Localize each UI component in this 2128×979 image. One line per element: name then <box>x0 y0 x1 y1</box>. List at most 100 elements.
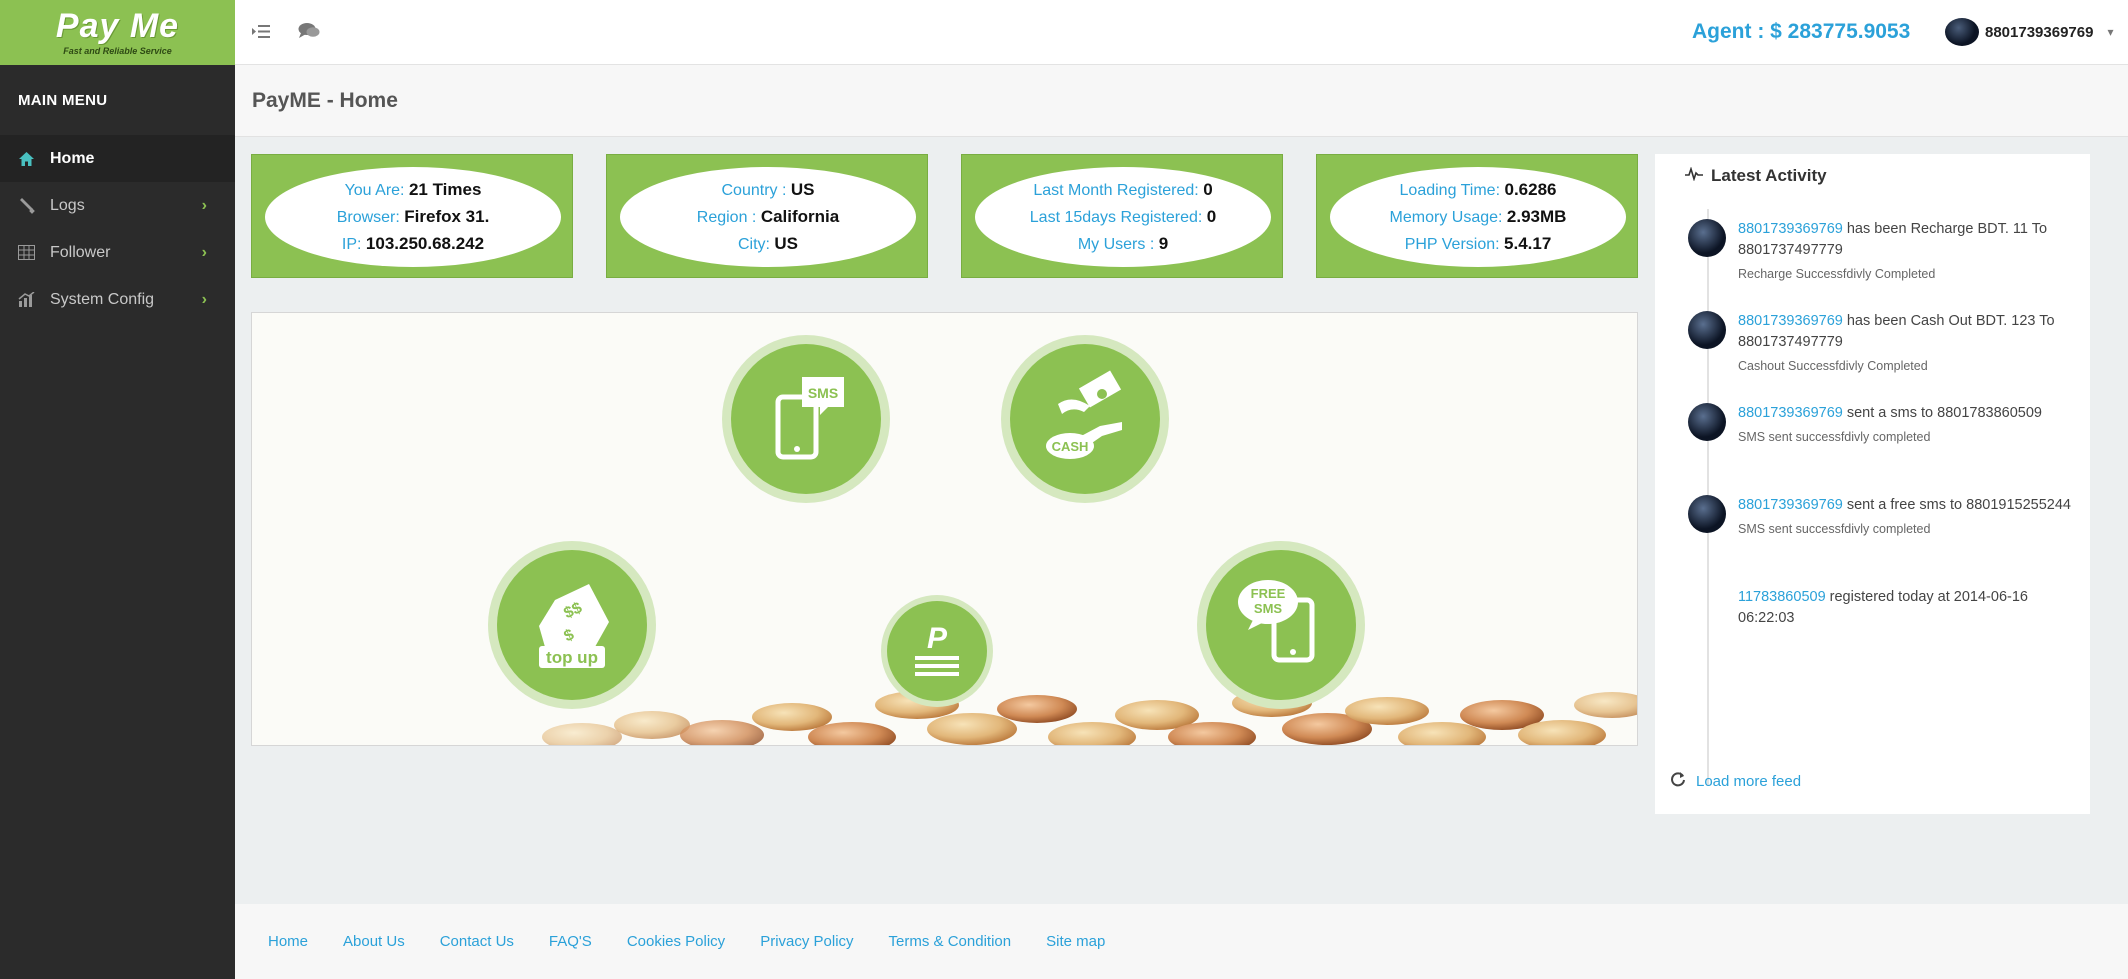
page-header: PayME - Home <box>235 65 2128 137</box>
pay-service-button[interactable]: P <box>881 595 993 707</box>
topup-service-button[interactable]: $$ $ top up <box>488 541 656 709</box>
stat-oval: Loading Time: 0.6286 Memory Usage: 2.93M… <box>1330 167 1626 267</box>
activity-message: sent a free sms to 8801915255244 <box>1842 497 2071 513</box>
load-more-feed-link[interactable]: Load more feed <box>1670 771 1801 791</box>
stat-row: You Are: 21 Times <box>345 180 482 200</box>
footer: Home About Us Contact Us FAQ'S Cookies P… <box>235 904 2128 979</box>
stat-value: Firefox 31. <box>404 207 490 226</box>
agent-balance: Agent : $ 283775.9053 <box>1692 20 1911 43</box>
stat-label: Memory Usage: <box>1389 209 1503 226</box>
sidebar-item-home[interactable]: Home <box>0 135 235 182</box>
footer-link-faq[interactable]: FAQ'S <box>549 933 592 950</box>
stat-label: You Are: <box>344 182 405 199</box>
username: 8801739369769 <box>1985 23 2094 41</box>
sidebar-item-system-config[interactable]: System Config › <box>0 276 235 323</box>
stat-row: My Users : 9 <box>1078 234 1168 254</box>
footer-link-privacy[interactable]: Privacy Policy <box>760 933 853 950</box>
activity-text: 8801739369769 has been Recharge BDT. 11 … <box>1738 219 2078 281</box>
load-more-label: Load more feed <box>1696 772 1802 790</box>
stat-value: 9 <box>1158 234 1169 253</box>
logo[interactable]: Pay Me Fast and Reliable Service <box>0 0 235 65</box>
stat-oval: Country : US Region : California City: U… <box>620 167 916 267</box>
footer-link-about[interactable]: About Us <box>343 933 405 950</box>
activity-user-link[interactable]: 8801739369769 <box>1738 497 1843 513</box>
stat-row: Memory Usage: 2.93MB <box>1390 207 1567 227</box>
home-icon <box>17 150 35 168</box>
activity-user-link[interactable]: 8801739369769 <box>1738 313 1843 329</box>
topup-service-circle: $$ $ top up <box>497 550 647 700</box>
main-menu-title: MAIN MENU <box>18 91 108 109</box>
stat-row: Last 15days Registered: 0 <box>1030 207 1216 227</box>
top-bar: Agent : $ 283775.9053 8801739369769 ▾ <box>235 0 2128 65</box>
activity-user-link[interactable]: 11783860509 <box>1738 589 1826 605</box>
stat-value: 0 <box>1203 180 1213 199</box>
activity-user-link[interactable]: 8801739369769 <box>1738 405 1843 421</box>
stat-label: IP: <box>341 236 362 253</box>
pay-icon: P <box>915 622 959 676</box>
chevron-right-icon: › <box>201 243 207 261</box>
cash-service-button[interactable]: CASH <box>1001 335 1169 503</box>
topup-label: top up <box>546 648 598 667</box>
user-menu[interactable]: 8801739369769 ▾ <box>1945 18 2113 46</box>
activity-user-link[interactable]: 8801739369769 <box>1738 221 1843 237</box>
sms-service-button[interactable]: SMS <box>722 335 890 503</box>
stat-card-server: Loading Time: 0.6286 Memory Usage: 2.93M… <box>1316 154 1638 278</box>
activity-status: Recharge Successfdivly Completed <box>1738 267 1936 281</box>
footer-link-sitemap[interactable]: Site map <box>1046 933 1105 950</box>
cash-hand-icon: CASH <box>1046 370 1122 459</box>
footer-link-terms[interactable]: Terms & Condition <box>889 933 1012 950</box>
sidebar-item-label: Home <box>50 149 95 167</box>
stat-row: Region : California <box>697 207 839 227</box>
avatar <box>1945 18 1979 46</box>
pay-label: P <box>927 622 948 655</box>
stat-oval: You Are: 21 Times Browser: Firefox 31. I… <box>265 167 561 267</box>
stat-value: 0.6286 <box>1504 180 1557 199</box>
stat-row: PHP Version: 5.4.17 <box>1405 234 1552 254</box>
activity-text: 8801739369769 sent a sms to 880178386050… <box>1738 403 2078 444</box>
avatar <box>1688 403 1726 441</box>
chat-icon[interactable] <box>298 20 320 42</box>
footer-link-contact[interactable]: Contact Us <box>440 933 514 950</box>
sidebar-item-follower[interactable]: Follower › <box>0 229 235 276</box>
stat-label: Browser: <box>336 209 400 226</box>
sidebar-item-label: Logs <box>50 196 85 214</box>
stat-row: Loading Time: 0.6286 <box>1400 180 1557 200</box>
free-sms-service-button[interactable]: FREE SMS <box>1197 541 1365 709</box>
sidebar: Pay Me Fast and Reliable Service MAIN ME… <box>0 0 235 979</box>
menu-toggle-icon[interactable] <box>250 20 272 42</box>
footer-link-home[interactable]: Home <box>268 933 308 950</box>
avatar <box>1688 311 1726 349</box>
stat-row: City: US <box>738 234 798 254</box>
pay-service-circle: P <box>887 601 987 701</box>
footer-link-cookies[interactable]: Cookies Policy <box>627 933 725 950</box>
latest-activity-panel: Latest Activity 8801739369769 has been R… <box>1655 154 2090 814</box>
table-icon <box>17 244 35 262</box>
refresh-icon <box>1670 771 1686 791</box>
stat-card-registrations: Last Month Registered: 0 Last 15days Reg… <box>961 154 1283 278</box>
activity-text: 8801739369769 sent a free sms to 8801915… <box>1738 495 2078 536</box>
activity-status: SMS sent successfdivly completed <box>1738 430 1931 444</box>
activity-message: sent a sms to 8801783860509 <box>1842 405 2042 421</box>
free-sms-label-1: FREE <box>1251 586 1286 601</box>
activity-header: Latest Activity <box>1685 166 1827 186</box>
stat-row: Country : US <box>722 180 815 200</box>
stat-value: 21 Times <box>408 180 482 199</box>
stat-label: Last Month Registered: <box>1033 182 1199 199</box>
stat-value: US <box>790 180 815 199</box>
sidebar-item-logs[interactable]: Logs › <box>0 182 235 229</box>
avatar <box>1688 219 1726 257</box>
services-banner: SMS CASH $$ $ top up P FREE SMS <box>251 312 1638 746</box>
activity-title: Latest Activity <box>1711 166 1827 185</box>
chevron-right-icon: › <box>201 196 207 214</box>
free-sms-label-2: SMS <box>1254 601 1283 616</box>
sidebar-item-label: Follower <box>50 243 111 261</box>
brand-tagline: Fast and Reliable Service <box>63 46 172 56</box>
stat-label: Last 15days Registered: <box>1029 209 1203 226</box>
stat-label: Country : <box>721 182 787 199</box>
stat-value: 0 <box>1206 207 1217 226</box>
stat-card-visitor: You Are: 21 Times Browser: Firefox 31. I… <box>251 154 573 278</box>
stat-value: 103.250.68.242 <box>365 234 485 253</box>
stat-label: PHP Version: <box>1404 236 1500 253</box>
stat-value: California <box>760 207 840 226</box>
chevron-right-icon: › <box>201 290 207 308</box>
